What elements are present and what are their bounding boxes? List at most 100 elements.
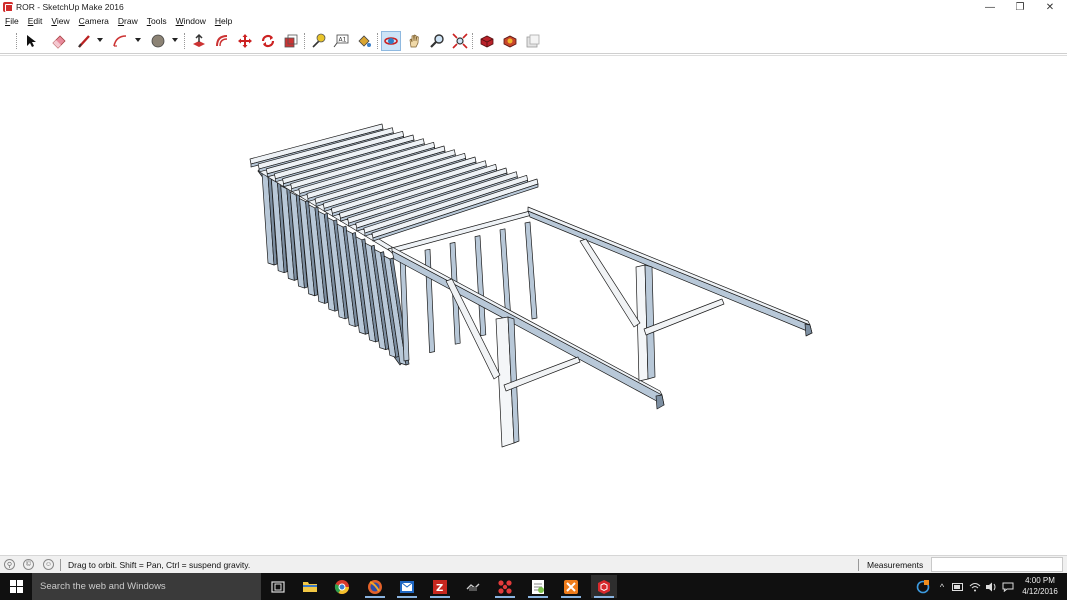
eraser-tool-button[interactable] [49,31,69,51]
volume-icon [986,582,996,591]
firefox-button[interactable] [362,575,388,598]
line-tool-button[interactable] [74,31,94,51]
title-bar[interactable]: ROR - SketchUp Make 2016 — ❐ ✕ [0,0,1067,14]
menu-draw[interactable]: Draw [113,16,142,26]
task-view-button[interactable] [265,575,291,598]
zoom-extents-tool-button[interactable] [450,31,470,51]
firefox-icon [368,579,382,594]
tray-volume[interactable] [984,573,998,600]
clock-time: 4:00 PM [1025,576,1055,585]
paint-bucket-tool-button[interactable] [354,31,374,51]
measurements-label: Measurements [867,560,924,570]
menu-camera[interactable]: Camera [74,16,113,26]
end-wall-stud[interactable] [474,235,487,337]
zoom-tool-button[interactable] [427,31,447,51]
toolbar-grip[interactable] [16,33,18,49]
chrome-icon [334,579,349,594]
text-icon: A1 [333,34,349,48]
svg-text:Z: Z [436,583,443,594]
menu-view[interactable]: View [46,16,73,26]
scale-icon [284,34,298,48]
ramp-rail-right[interactable] [527,210,813,334]
outlook-button[interactable] [394,575,420,598]
notification-icon [1002,582,1014,592]
chrome-button[interactable] [329,575,355,598]
search-placeholder: Search the web and Windows [40,581,166,592]
tape-measure-tool-button[interactable] [308,31,328,51]
app-grid-button[interactable] [492,575,518,598]
ramp-rail-right-top[interactable] [527,206,811,326]
orbit-tool-button[interactable] [381,31,401,51]
battery-icon [952,582,963,591]
user-icon[interactable]: ☺ [43,559,54,570]
wifi-icon [969,582,981,591]
taskbar-clock[interactable]: 4:00 PM 4/12/2016 [1018,575,1062,597]
horizontal-brace-back[interactable] [643,298,725,336]
xampp-button[interactable] [558,575,584,598]
tape-measure-icon [312,33,326,48]
taskbar-app-button[interactable] [460,575,486,598]
shape-dropdown-arrow[interactable] [172,38,178,42]
tray-wifi[interactable] [968,573,982,600]
shape-icon [151,34,165,48]
tray-action-center[interactable] [1000,573,1016,600]
select-icon [27,35,36,47]
arc-tool-button[interactable] [110,31,130,51]
geo-location-icon[interactable]: ⚲ [4,559,15,570]
sketchup-button[interactable] [591,575,617,598]
shape-tool-button[interactable] [148,31,168,51]
status-separator [60,559,61,571]
model-canvas[interactable] [0,56,1067,556]
menu-edit[interactable]: Edit [23,16,47,26]
end-wall-stud[interactable] [524,221,538,320]
offset-tool-button[interactable] [212,31,232,51]
select-tool-button[interactable] [21,31,41,51]
send-to-layout-button[interactable] [523,31,543,51]
show-hidden-icons-button[interactable]: ^ [936,573,948,600]
pan-tool-button[interactable] [404,31,424,51]
menu-help[interactable]: Help [210,16,236,26]
notepad-plus-button[interactable] [525,575,551,598]
svg-text:A1: A1 [339,37,347,44]
tray-battery[interactable] [951,573,965,600]
text-tool-button[interactable]: A1 [331,31,351,51]
file-explorer-button[interactable] [297,575,323,598]
offset-icon [216,35,228,47]
measurements-input[interactable] [931,557,1063,572]
rotate-tool-button[interactable] [258,31,278,51]
start-button[interactable] [0,573,32,600]
warehouse-icon [480,35,494,48]
restore-button[interactable]: ❐ [1005,0,1035,14]
close-button[interactable]: ✕ [1035,0,1065,14]
extension-warehouse-button[interactable] [500,31,520,51]
credits-icon[interactable]: © [23,559,34,570]
sketchup-logo-icon [3,2,13,12]
ramp-rail-left-end[interactable] [655,394,665,410]
ramp-rail-right-end[interactable] [804,323,813,337]
zoom-icon [430,34,444,48]
filezilla-button[interactable]: Z [427,575,453,598]
outlook-icon [400,580,414,593]
toolbar-separator [472,33,474,49]
move-tool-button[interactable] [235,31,255,51]
extension-warehouse-icon [503,35,517,48]
file-explorer-icon [303,582,317,592]
line-dropdown-arrow[interactable] [97,38,103,42]
model-viewport[interactable] [0,55,1067,555]
menu-window[interactable]: Window [171,16,210,26]
toolbar-separator [184,33,186,49]
end-wall-stud[interactable] [424,248,435,353]
app-grid-icon [498,579,512,594]
menu-tools[interactable]: Tools [142,16,171,26]
tray-sync-button[interactable] [914,573,932,600]
arc-dropdown-arrow[interactable] [135,38,141,42]
minimize-button[interactable]: — [975,0,1005,14]
scale-tool-button[interactable] [281,31,301,51]
eraser-icon [52,35,66,49]
clock-date: 4/12/2016 [1022,587,1058,596]
taskbar-search-box[interactable]: Search the web and Windows [32,573,261,600]
3d-warehouse-button[interactable] [477,31,497,51]
menu-file[interactable]: File [0,16,23,26]
push-pull-tool-button[interactable] [189,31,209,51]
sketchup-window: ROR - SketchUp Make 2016 — ❐ ✕ File Edit… [0,0,1067,600]
